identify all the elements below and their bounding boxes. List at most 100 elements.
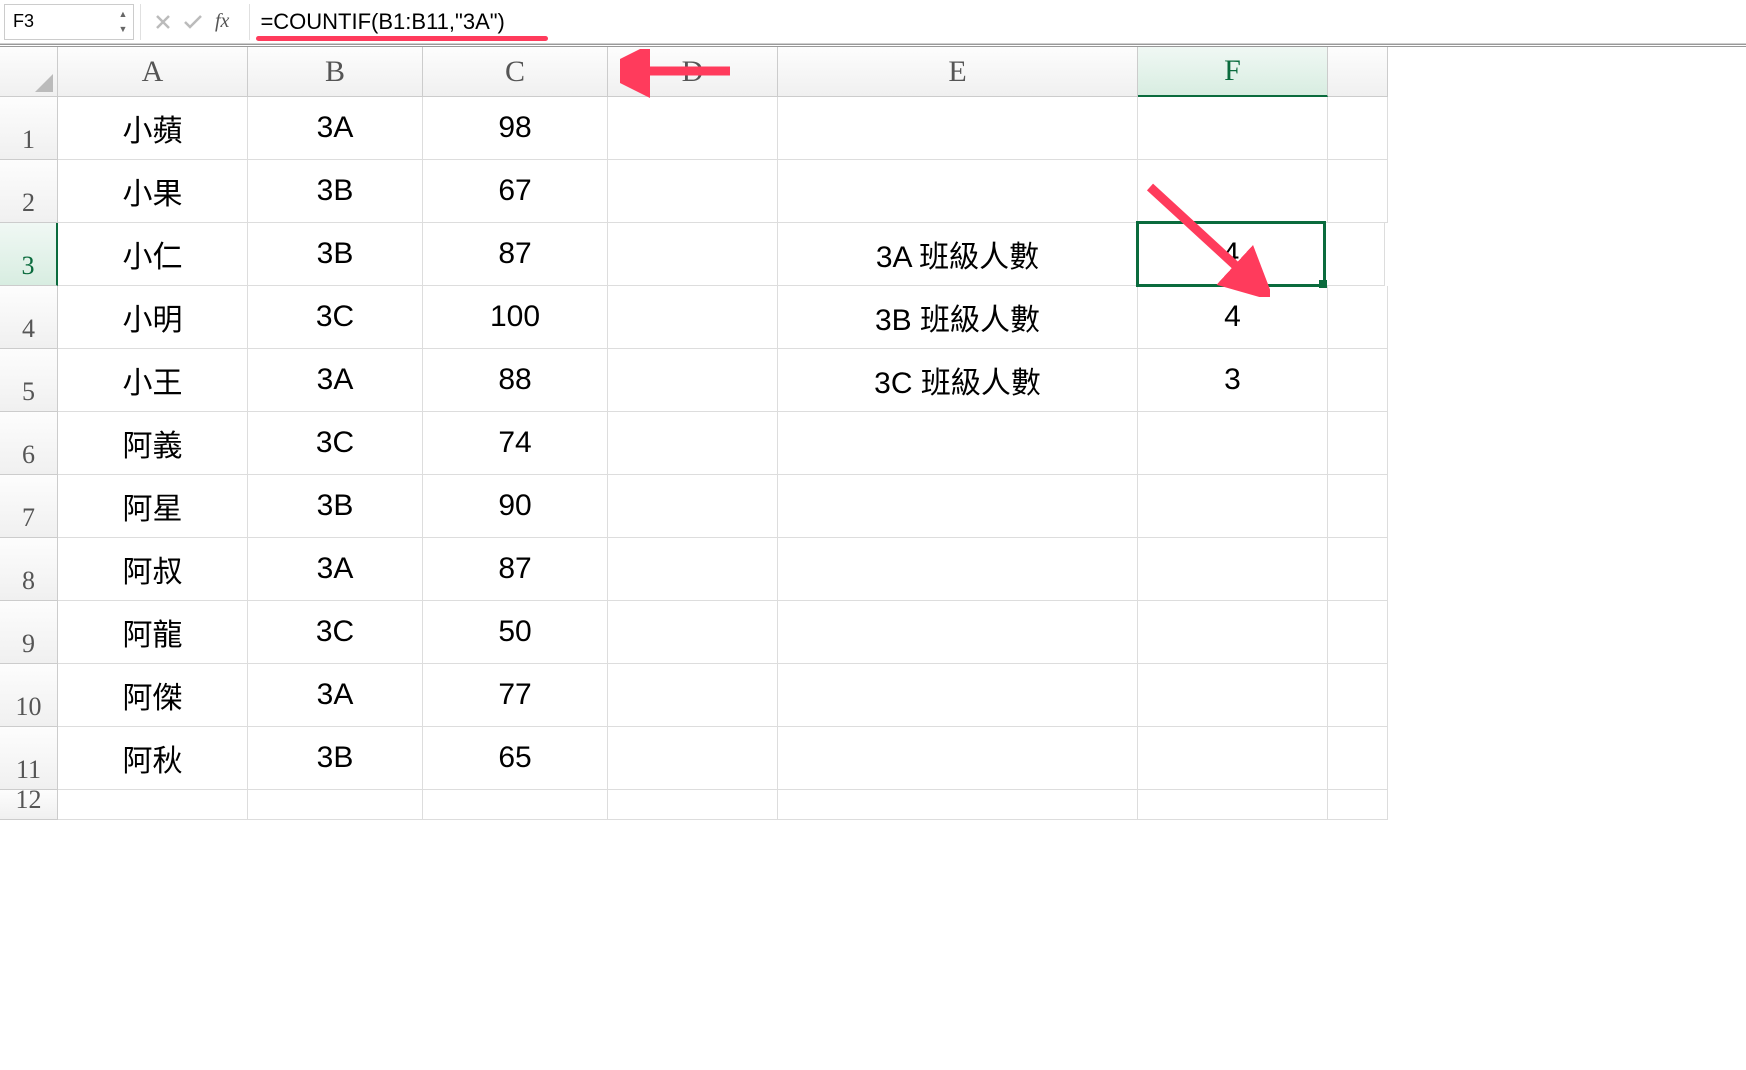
cell-E10[interactable] (778, 664, 1138, 727)
cell-F6[interactable] (1138, 412, 1328, 475)
cell-C4[interactable]: 100 (423, 286, 608, 349)
cell-G9[interactable] (1328, 601, 1388, 664)
cell-E6[interactable] (778, 412, 1138, 475)
cell-F9[interactable] (1138, 601, 1328, 664)
cell-C10[interactable]: 77 (423, 664, 608, 727)
row-header-11[interactable]: 11 (0, 727, 58, 790)
formula-input[interactable]: =COUNTIF(B1:B11,"3A") (260, 9, 1742, 35)
confirm-formula-icon[interactable] (183, 14, 203, 30)
cell-A11[interactable]: 阿秋 (58, 727, 248, 790)
cell-G2[interactable] (1328, 160, 1388, 223)
row-header-10[interactable]: 10 (0, 664, 58, 727)
cell-A10[interactable]: 阿傑 (58, 664, 248, 727)
cell-G7[interactable] (1328, 475, 1388, 538)
cell-D10[interactable] (608, 664, 778, 727)
cell-D3[interactable] (608, 223, 778, 286)
cell-C1[interactable]: 98 (423, 97, 608, 160)
cell-C12[interactable] (423, 790, 608, 820)
cell-G3[interactable] (1325, 223, 1385, 286)
cell-E11[interactable] (778, 727, 1138, 790)
cell-B5[interactable]: 3A (248, 349, 423, 412)
cell-B1[interactable]: 3A (248, 97, 423, 160)
row-header-3[interactable]: 3 (0, 223, 58, 286)
column-header-E[interactable]: E (778, 47, 1138, 97)
cell-A8[interactable]: 阿叔 (58, 538, 248, 601)
cell-D2[interactable] (608, 160, 778, 223)
cell-C7[interactable]: 90 (423, 475, 608, 538)
column-header-extra[interactable] (1328, 47, 1388, 97)
stepper-down-icon[interactable]: ▼ (115, 22, 131, 37)
column-header-C[interactable]: C (423, 47, 608, 97)
cell-D8[interactable] (608, 538, 778, 601)
cell-D11[interactable] (608, 727, 778, 790)
row-header-1[interactable]: 1 (0, 97, 58, 160)
cell-A6[interactable]: 阿義 (58, 412, 248, 475)
row-header-12[interactable]: 12 (0, 790, 58, 820)
cell-E2[interactable] (778, 160, 1138, 223)
cell-A9[interactable]: 阿龍 (58, 601, 248, 664)
column-header-A[interactable]: A (58, 47, 248, 97)
cell-A7[interactable]: 阿星 (58, 475, 248, 538)
column-header-B[interactable]: B (248, 47, 423, 97)
cell-D4[interactable] (608, 286, 778, 349)
cell-G12[interactable] (1328, 790, 1388, 820)
cell-G4[interactable] (1328, 286, 1388, 349)
cell-F5[interactable]: 3 (1138, 349, 1328, 412)
name-box[interactable]: F3 ▲ ▼ (4, 4, 134, 40)
cell-B6[interactable]: 3C (248, 412, 423, 475)
cell-B11[interactable]: 3B (248, 727, 423, 790)
cell-F11[interactable] (1138, 727, 1328, 790)
cell-E9[interactable] (778, 601, 1138, 664)
cell-C5[interactable]: 88 (423, 349, 608, 412)
cell-E8[interactable] (778, 538, 1138, 601)
cell-B12[interactable] (248, 790, 423, 820)
cell-A1[interactable]: 小蘋 (58, 97, 248, 160)
cell-A4[interactable]: 小明 (58, 286, 248, 349)
cell-E3[interactable]: 3A 班級人數 (778, 223, 1138, 286)
cell-E1[interactable] (778, 97, 1138, 160)
cell-G11[interactable] (1328, 727, 1388, 790)
row-header-9[interactable]: 9 (0, 601, 58, 664)
cell-A12[interactable] (58, 790, 248, 820)
cell-F1[interactable] (1138, 97, 1328, 160)
cell-C3[interactable]: 87 (423, 223, 608, 286)
cell-G8[interactable] (1328, 538, 1388, 601)
cell-C6[interactable]: 74 (423, 412, 608, 475)
row-header-6[interactable]: 6 (0, 412, 58, 475)
cell-A5[interactable]: 小王 (58, 349, 248, 412)
cell-B10[interactable]: 3A (248, 664, 423, 727)
select-all-corner[interactable] (0, 47, 58, 97)
cell-F10[interactable] (1138, 664, 1328, 727)
cell-F8[interactable] (1138, 538, 1328, 601)
cell-C2[interactable]: 67 (423, 160, 608, 223)
cell-G6[interactable] (1328, 412, 1388, 475)
column-header-F[interactable]: F (1138, 47, 1328, 97)
row-header-5[interactable]: 5 (0, 349, 58, 412)
cell-C9[interactable]: 50 (423, 601, 608, 664)
cell-B4[interactable]: 3C (248, 286, 423, 349)
fx-label[interactable]: fx (215, 10, 235, 33)
stepper-up-icon[interactable]: ▲ (115, 7, 131, 22)
cell-D12[interactable] (608, 790, 778, 820)
cell-B8[interactable]: 3A (248, 538, 423, 601)
cell-G10[interactable] (1328, 664, 1388, 727)
cell-A2[interactable]: 小果 (58, 160, 248, 223)
row-header-8[interactable]: 8 (0, 538, 58, 601)
cell-B7[interactable]: 3B (248, 475, 423, 538)
row-header-4[interactable]: 4 (0, 286, 58, 349)
cell-B9[interactable]: 3C (248, 601, 423, 664)
cell-D9[interactable] (608, 601, 778, 664)
cell-E4[interactable]: 3B 班級人數 (778, 286, 1138, 349)
cell-A3[interactable]: 小仁 (58, 223, 248, 286)
cell-G1[interactable] (1328, 97, 1388, 160)
row-header-7[interactable]: 7 (0, 475, 58, 538)
cell-E7[interactable] (778, 475, 1138, 538)
cell-E12[interactable] (778, 790, 1138, 820)
cell-B3[interactable]: 3B (248, 223, 423, 286)
cell-F12[interactable] (1138, 790, 1328, 820)
cell-D7[interactable] (608, 475, 778, 538)
cell-E5[interactable]: 3C 班級人數 (778, 349, 1138, 412)
cell-B2[interactable]: 3B (248, 160, 423, 223)
cell-C11[interactable]: 65 (423, 727, 608, 790)
cancel-formula-icon[interactable] (155, 14, 171, 30)
